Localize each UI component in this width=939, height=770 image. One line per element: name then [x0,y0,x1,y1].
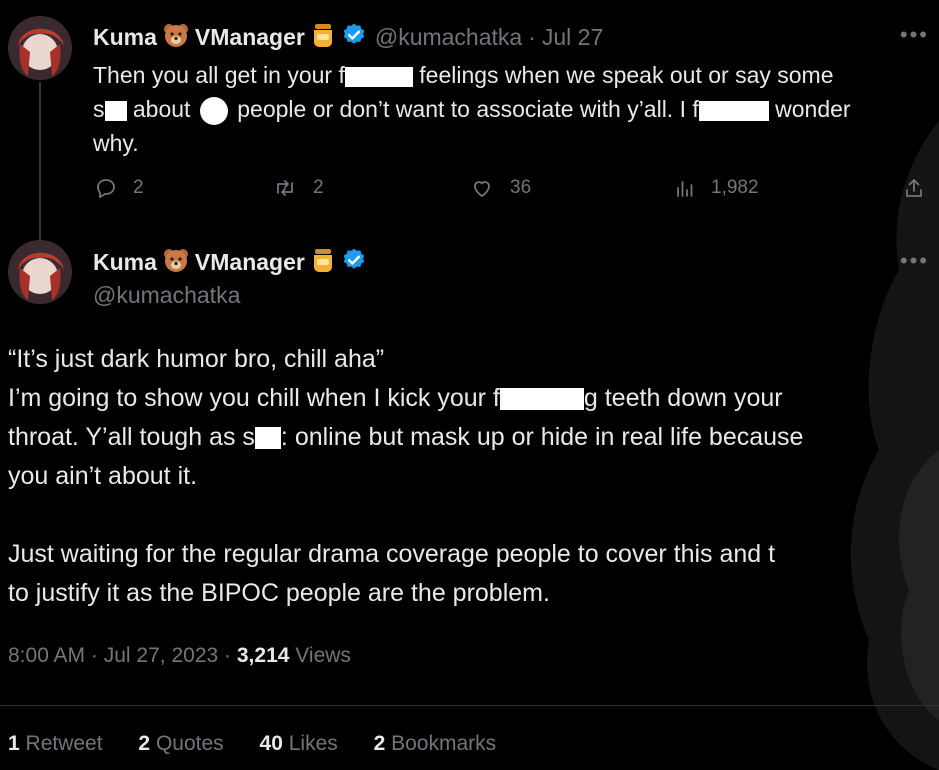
views-button[interactable]: 1,982 [673,176,759,200]
bookmark-count: 2 [373,732,386,755]
text-segment: people or don’t want to associate with y… [237,96,699,122]
redaction [698,100,769,121]
engagement-stats: 1 Retweet 2 Quotes 40 Likes 2 Bookmarks [8,732,526,756]
text-segment: to justify it as the BIPOC people are th… [8,579,550,607]
text-segment: I’m going to show you chill when I kick … [8,384,500,412]
bear-emoji-icon [163,22,189,53]
reply-icon [97,179,115,198]
tweet2-body: “It’s just dark humor bro, chill aha” I’… [8,340,933,613]
redaction-circle [199,96,228,125]
display-name[interactable]: Kuma [93,249,157,276]
tweet2-header: Kuma VManager [93,247,367,278]
text-segment: g teeth down your [583,384,783,412]
handle[interactable]: @kumachatka [93,282,240,309]
text-segment: “It’s just dark humor bro, chill aha” [8,345,385,373]
view-count: 1,982 [711,177,759,198]
display-name-2[interactable]: VManager [195,24,305,51]
separator: · [528,24,536,50]
quote-count: 2 [138,732,151,755]
bookmarks-stat[interactable]: 2 Bookmarks [374,732,497,755]
like-count: 40 [259,732,283,755]
tweet-date[interactable]: Jul 27 [542,24,603,51]
quote-label: Quotes [155,732,224,755]
likes-stat[interactable]: 40 Likes [260,732,338,755]
redaction [254,427,281,450]
redaction [499,388,584,411]
verified-badge-icon [341,247,367,278]
text-segment: : online but mask up or hide in real lif… [280,423,804,451]
retweet-button[interactable]: 2 [271,176,324,200]
tweet-time[interactable]: 8:00 AM [8,644,85,667]
redaction [344,66,413,87]
text-segment: you ain’t about it. [8,462,198,490]
text-segment: about [132,96,191,122]
tweet-metadata: 8:00 AM · Jul 27, 2023 · 3,214 Views [8,644,351,668]
views-label: Views [295,644,351,667]
more-icon[interactable]: ••• [900,248,929,274]
handle[interactable]: @kumachatka [375,24,522,51]
more-icon[interactable]: ••• [900,22,929,48]
redaction [104,100,127,121]
like-button[interactable]: 36 [468,176,531,200]
retweets-stat[interactable]: 1 Retweet [8,732,103,755]
tweet2-handle-row: @kumachatka [93,282,240,309]
retweet-label: Retweet [25,732,103,755]
reply-button[interactable]: 2 [93,176,144,200]
text-segment: throat. Y’all tough as s [8,423,255,451]
honey-jar-emoji-icon [311,247,335,278]
retweet-count: 1 [8,732,20,755]
quotes-stat[interactable]: 2 Quotes [138,732,223,755]
reply-count: 2 [133,177,144,198]
text-segment: wonder [775,96,851,122]
display-name-2[interactable]: VManager [195,249,305,276]
text-segment: why. [93,130,139,156]
honey-jar-emoji-icon [311,22,335,53]
bear-emoji-icon [163,247,189,278]
like-icon [474,181,490,197]
retweet-count: 2 [313,177,324,198]
tweet-full-date[interactable]: Jul 27, 2023 [104,644,218,667]
divider [0,705,939,706]
verified-badge-icon [341,22,367,53]
like-label: Likes [288,732,338,755]
view-count: 3,214 [236,644,290,667]
thread-line [39,82,41,240]
share-icon [906,179,922,197]
separator: · [90,644,98,667]
bookmark-label: Bookmarks [391,732,497,755]
tweet1-body: Then you all get in your f feelings when… [93,58,933,160]
avatar[interactable] [8,16,72,80]
text-segment: Then you all get in your f [93,62,345,88]
separator: · [224,644,232,667]
display-name[interactable]: Kuma [93,24,157,51]
text-segment: s [93,96,105,122]
avatar[interactable] [8,240,72,304]
like-count: 36 [510,177,532,198]
views-icon [677,181,693,197]
tweet1-actions: 2 2 36 1,982 [93,176,933,206]
share-button[interactable] [901,176,939,200]
retweet-icon [277,180,293,196]
text-segment: Just waiting for the regular drama cover… [8,540,776,568]
tweet1-header: Kuma VManager @kumachatka · Jul 27 [93,22,603,53]
text-segment: feelings when we speak out or say some [419,62,834,88]
